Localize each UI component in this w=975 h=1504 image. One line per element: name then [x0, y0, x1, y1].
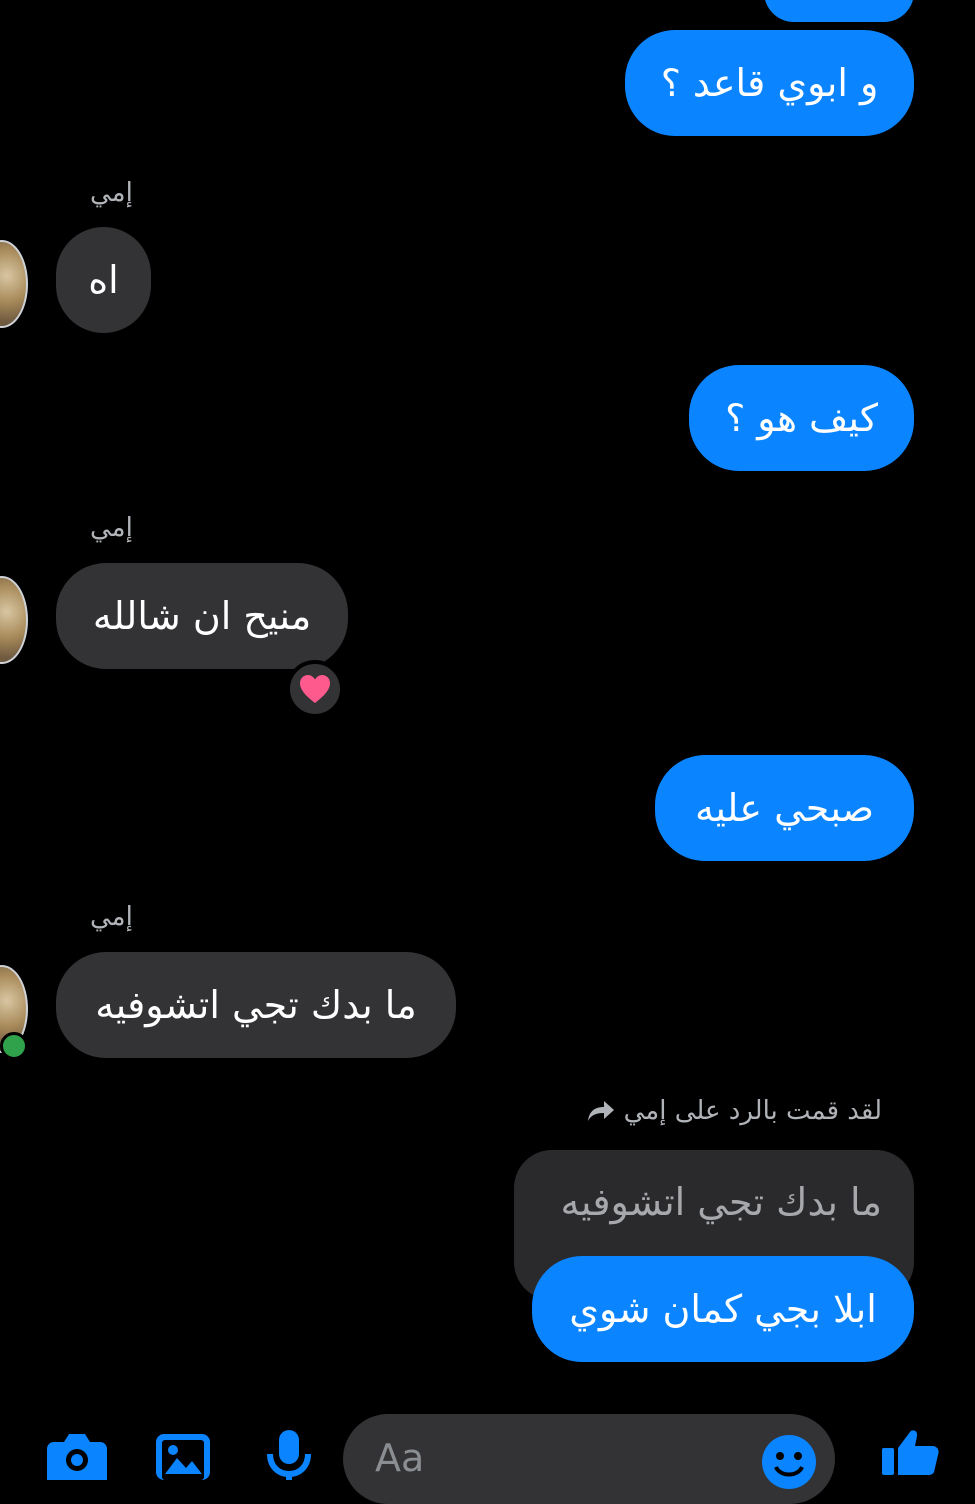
message-text: منيح ان شالله: [92, 594, 312, 638]
reply-context-note: لقد قمت بالرد على إمي: [586, 1096, 882, 1126]
message-bubble-outgoing[interactable]: كيف هو ؟: [689, 365, 914, 471]
message-bubble-outgoing-partial[interactable]: [764, 0, 914, 22]
sender-name: إمي: [90, 513, 133, 543]
camera-icon[interactable]: [46, 1432, 108, 1480]
quoted-message-text: ما بدك تجي اتشوفيه: [560, 1180, 882, 1224]
pink-heart-icon: [300, 675, 330, 703]
message-text: و ابوي قاعد ؟: [660, 61, 879, 105]
message-text: كيف هو ؟: [725, 396, 878, 440]
like-thumb-icon[interactable]: [880, 1428, 940, 1475]
reaction-badge[interactable]: [286, 660, 344, 718]
avatar[interactable]: [0, 240, 28, 328]
message-text: صبحي عليه: [694, 786, 875, 830]
message-input[interactable]: Aa: [343, 1414, 835, 1504]
message-bubble-outgoing[interactable]: ابلا بجي كمان شوي: [532, 1256, 914, 1362]
message-bubble-incoming[interactable]: ما بدك تجي اتشوفيه: [56, 952, 456, 1058]
message-text: اه: [88, 258, 119, 302]
message-bubble-outgoing[interactable]: و ابوي قاعد ؟: [625, 30, 914, 136]
message-input-placeholder: Aa: [375, 1436, 425, 1480]
reply-arrow-icon: [587, 1101, 614, 1121]
microphone-icon[interactable]: [266, 1430, 312, 1480]
message-text: ما بدك تجي اتشوفيه: [95, 983, 417, 1027]
online-status-dot: [0, 1032, 28, 1060]
message-bubble-incoming[interactable]: منيح ان شالله: [56, 563, 348, 669]
reply-note-text: لقد قمت بالرد على إمي: [623, 1096, 882, 1126]
sender-name: إمي: [90, 178, 133, 208]
message-bubble-outgoing[interactable]: صبحي عليه: [655, 755, 914, 861]
sender-name: إمي: [90, 902, 133, 932]
composer-bar: Aa: [0, 1400, 975, 1504]
avatar[interactable]: [0, 576, 28, 664]
chat-thread: و ابوي قاعد ؟ إمي اه كيف هو ؟ إمي منيح ا…: [0, 0, 975, 1504]
emoji-icon[interactable]: [761, 1434, 817, 1490]
message-text: ابلا بجي كمان شوي: [569, 1287, 877, 1331]
image-icon[interactable]: [156, 1434, 210, 1480]
message-bubble-incoming[interactable]: اه: [56, 227, 151, 333]
